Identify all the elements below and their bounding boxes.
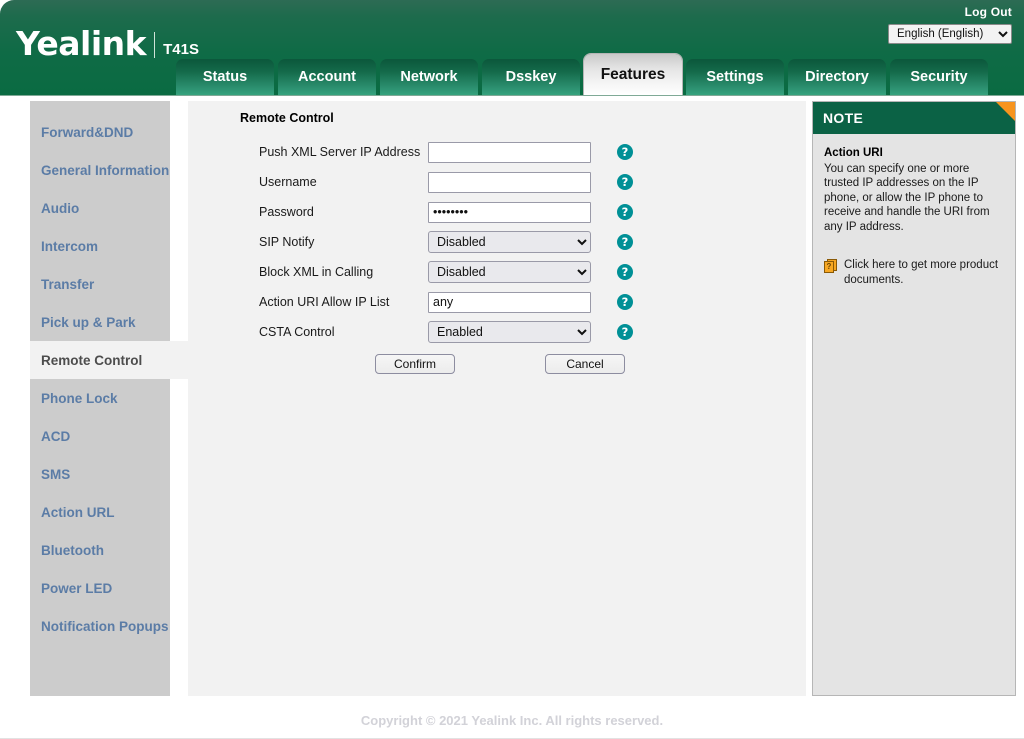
input-action-uri-allow-ip-list[interactable] bbox=[428, 291, 591, 313]
field-wrap-action-uri-allow-ip-list bbox=[428, 291, 593, 313]
sidebar-item-remote-control[interactable]: Remote Control bbox=[30, 341, 200, 379]
help-icon-password[interactable]: ? bbox=[617, 204, 633, 220]
label-push-xml-server-ip-address: Push XML Server IP Address bbox=[259, 145, 421, 159]
input-push-xml-server-ip-address[interactable] bbox=[428, 141, 591, 163]
form-row-sip-notify: SIP Notify DisabledEnabled? bbox=[188, 227, 806, 257]
sidebar-item-notification-popups[interactable]: Notification Popups bbox=[30, 607, 170, 645]
tab-network[interactable]: Network bbox=[380, 59, 478, 95]
confirm-button[interactable]: Confirm bbox=[375, 354, 455, 374]
form-button-row: Confirm Cancel bbox=[188, 354, 806, 374]
note-header: NOTE bbox=[813, 102, 1015, 134]
sidebar-item-forward-dnd[interactable]: Forward&DND bbox=[30, 113, 170, 151]
product-documents-link-label: Click here to get more product documents… bbox=[844, 259, 999, 286]
product-documents-link[interactable]: ? Click here to get more product documen… bbox=[824, 258, 1005, 287]
field-wrap-push-xml-server-ip-address bbox=[428, 141, 593, 163]
field-wrap-csta-control: DisabledEnabled bbox=[428, 321, 593, 343]
language-select[interactable]: English (English) bbox=[888, 24, 1012, 44]
form-row-push-xml-server-ip-address: Push XML Server IP Address? bbox=[188, 137, 806, 167]
input-password[interactable] bbox=[428, 201, 591, 223]
field-wrap-username bbox=[428, 171, 593, 193]
body-area: Forward&DND General Information Audio Inter… bbox=[0, 95, 1024, 700]
page-header: Log Out English (English) Yealink T41S S… bbox=[0, 0, 1024, 95]
form-row-username: Username? bbox=[188, 167, 806, 197]
note-body: Action URI You can specify one or more t… bbox=[813, 134, 1015, 287]
note-subtitle: Action URI bbox=[824, 147, 883, 159]
tab-features[interactable]: Features bbox=[584, 54, 682, 95]
form-row-block-xml-in-calling: Block XML in Calling DisabledEnabled? bbox=[188, 257, 806, 287]
page-root: Log Out English (English) Yealink T41S S… bbox=[0, 0, 1024, 739]
note-title: NOTE bbox=[823, 110, 864, 126]
sidebar-item-phone-lock[interactable]: Phone Lock bbox=[30, 379, 170, 417]
sidebar-item-acd[interactable]: ACD bbox=[30, 417, 170, 455]
note-panel: NOTE Action URI You can specify one or m… bbox=[812, 101, 1016, 696]
main-tab-bar: Status Account Network Dsskey Features Settin… bbox=[176, 54, 988, 95]
tab-status[interactable]: Status bbox=[176, 59, 274, 95]
sidebar-item-audio[interactable]: Audio bbox=[30, 189, 170, 227]
tab-dsskey[interactable]: Dsskey bbox=[482, 59, 580, 95]
sidebar-item-intercom[interactable]: Intercom bbox=[30, 227, 170, 265]
label-username: Username bbox=[259, 175, 317, 189]
form-row-password: Password? bbox=[188, 197, 806, 227]
sidebar-item-sms[interactable]: SMS bbox=[30, 455, 170, 493]
tab-security[interactable]: Security bbox=[890, 59, 988, 95]
label-block-xml-in-calling: Block XML in Calling bbox=[259, 265, 374, 279]
copyright-text: Copyright © 2021 Yealink Inc. All rights… bbox=[360, 713, 664, 728]
help-icon-action-uri-allow-ip-list[interactable]: ? bbox=[617, 294, 633, 310]
form-row-csta-control: CSTA Control DisabledEnabled? bbox=[188, 317, 806, 347]
section-title: Remote Control bbox=[240, 111, 334, 125]
tab-settings[interactable]: Settings bbox=[686, 59, 784, 95]
note-text: You can specify one or more trusted IP a… bbox=[824, 162, 990, 233]
select-sip-notify[interactable]: DisabledEnabled bbox=[428, 231, 591, 253]
field-wrap-block-xml-in-calling: DisabledEnabled bbox=[428, 261, 593, 283]
sidebar-item-general-information[interactable]: General Information bbox=[30, 151, 170, 189]
label-csta-control: CSTA Control bbox=[259, 325, 335, 339]
help-icon-push-xml-server-ip-address[interactable]: ? bbox=[617, 144, 633, 160]
folded-corner-icon bbox=[996, 102, 1015, 121]
sidebar-item-action-url[interactable]: Action URL bbox=[30, 493, 170, 531]
tab-account[interactable]: Account bbox=[278, 59, 376, 95]
page-footer: Copyright © 2021 Yealink Inc. All rights… bbox=[0, 700, 1024, 739]
sidebar-item-power-led[interactable]: Power LED bbox=[30, 569, 170, 607]
brand-logo: Yealink T41S bbox=[16, 27, 199, 60]
remote-control-form: Push XML Server IP Address? Username? Pass… bbox=[188, 137, 806, 347]
help-icon-csta-control[interactable]: ? bbox=[617, 324, 633, 340]
sidebar-item-transfer[interactable]: Transfer bbox=[30, 265, 170, 303]
document-help-icon: ? bbox=[824, 259, 837, 273]
tab-directory[interactable]: Directory bbox=[788, 59, 886, 95]
sidebar-item-pick-up-park[interactable]: Pick up & Park bbox=[30, 303, 170, 341]
help-icon-sip-notify[interactable]: ? bbox=[617, 234, 633, 250]
brand-name: Yealink bbox=[16, 24, 147, 63]
sidebar-nav-list: Forward&DND General Information Audio Inter… bbox=[30, 101, 200, 645]
help-icon-username[interactable]: ? bbox=[617, 174, 633, 190]
sidebar-item-bluetooth[interactable]: Bluetooth bbox=[30, 531, 170, 569]
field-wrap-sip-notify: DisabledEnabled bbox=[428, 231, 593, 253]
logout-link[interactable]: Log Out bbox=[965, 5, 1012, 19]
brand-divider bbox=[154, 32, 156, 58]
label-sip-notify: SIP Notify bbox=[259, 235, 315, 249]
form-row-action-uri-allow-ip-list: Action URI Allow IP List? bbox=[188, 287, 806, 317]
help-icon-block-xml-in-calling[interactable]: ? bbox=[617, 264, 633, 280]
sidebar: Forward&DND General Information Audio Inter… bbox=[30, 101, 200, 696]
content-panel: Remote Control Push XML Server IP Addres… bbox=[188, 101, 806, 696]
input-username[interactable] bbox=[428, 171, 591, 193]
field-wrap-password bbox=[428, 201, 593, 223]
cancel-button[interactable]: Cancel bbox=[545, 354, 625, 374]
label-password: Password bbox=[259, 205, 314, 219]
label-action-uri-allow-ip-list: Action URI Allow IP List bbox=[259, 295, 390, 309]
select-block-xml-in-calling[interactable]: DisabledEnabled bbox=[428, 261, 591, 283]
select-csta-control[interactable]: DisabledEnabled bbox=[428, 321, 591, 343]
